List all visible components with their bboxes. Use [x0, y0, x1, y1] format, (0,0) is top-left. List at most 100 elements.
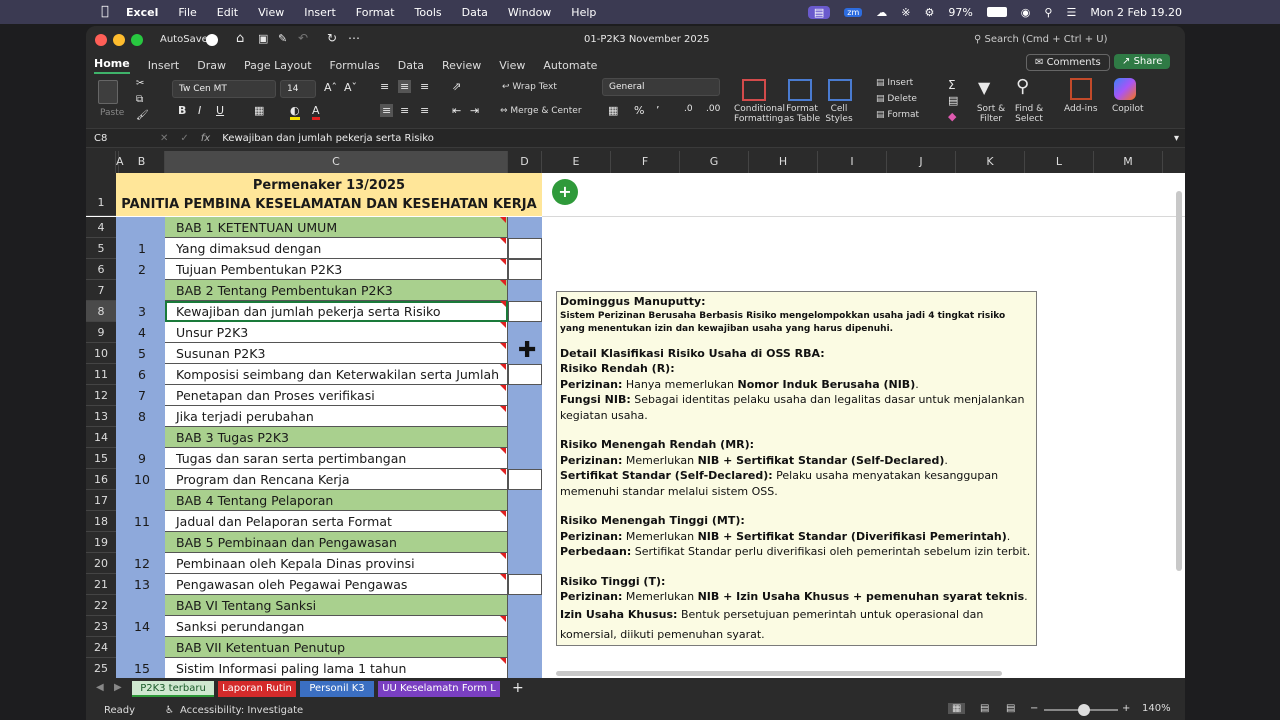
cell-d[interactable]	[508, 301, 542, 322]
gear-icon[interactable]: ⚙	[924, 6, 934, 19]
grow-font-icon[interactable]: Aˆ	[324, 81, 337, 94]
addins-icon[interactable]	[1070, 78, 1092, 100]
cell-b-number[interactable]: 8	[119, 406, 165, 427]
share-button[interactable]: ↗ Share	[1114, 54, 1171, 69]
bold-button[interactable]: B	[178, 104, 186, 117]
comment-indicator-icon[interactable]	[500, 574, 506, 580]
cell-c-item[interactable]: Unsur P2K3	[165, 322, 508, 343]
cell-b-number[interactable]: 9	[119, 448, 165, 469]
cell-d[interactable]	[508, 427, 542, 448]
insert-cells-button[interactable]: ▤ Insert	[876, 78, 913, 88]
tab-data[interactable]: Data	[398, 59, 424, 72]
refresh-icon[interactable]: ↻	[327, 31, 337, 45]
row-header-20[interactable]: 20	[86, 553, 116, 574]
page-break-view-icon[interactable]: ▤	[1006, 703, 1015, 714]
cell-d[interactable]	[508, 364, 542, 385]
cell-d[interactable]	[508, 385, 542, 406]
borders-icon[interactable]: ▦	[254, 104, 264, 117]
accessibility-icon[interactable]: ♿	[165, 705, 174, 716]
cell-d[interactable]	[508, 532, 542, 553]
battery-icon[interactable]	[986, 7, 1007, 17]
tab-formulas[interactable]: Formulas	[330, 59, 380, 72]
fill-icon[interactable]: ▤	[948, 94, 958, 107]
accessibility-status[interactable]: Accessibility: Investigate	[180, 705, 303, 716]
comment-note[interactable]: Dominggus Manuputty: Sistem Perizinan Be…	[556, 291, 1037, 646]
menu-window[interactable]: Window	[508, 6, 551, 19]
fx-label[interactable]: fx	[201, 133, 210, 144]
row-header-10[interactable]: 10	[86, 343, 116, 364]
control-center-icon[interactable]: ☰	[1066, 6, 1076, 19]
cell-c-item[interactable]: Pengawasan oleh Pegawai Pengawas	[165, 574, 508, 595]
row-header-16[interactable]: 16	[86, 469, 116, 490]
column-header-d[interactable]: D	[508, 151, 542, 173]
cell-d[interactable]	[508, 595, 542, 616]
column-header-l[interactable]: L	[1025, 151, 1094, 173]
italic-button[interactable]: I	[198, 104, 201, 117]
column-header-k[interactable]: K	[956, 151, 1025, 173]
conditional-formatting-icon[interactable]	[742, 79, 766, 101]
row-header-4[interactable]: 4	[86, 217, 116, 238]
app-name[interactable]: Excel	[126, 6, 158, 19]
cell-c-chapter[interactable]: BAB 2 Tentang Pembentukan P2K3	[165, 280, 508, 301]
menu-view[interactable]: View	[258, 6, 284, 19]
align-top-icon[interactable]: ≡	[380, 80, 389, 93]
addins-label[interactable]: Add-ins	[1064, 104, 1098, 114]
zoom-slider[interactable]	[1044, 704, 1118, 716]
cell-b-number[interactable]	[119, 427, 165, 448]
column-header-c[interactable]: C	[165, 151, 508, 173]
comments-button[interactable]: ✉ Comments	[1026, 54, 1110, 71]
column-header-h[interactable]: H	[749, 151, 818, 173]
comment-indicator-icon[interactable]	[500, 448, 506, 454]
zoom-icon[interactable]: zm	[844, 7, 863, 17]
row-header-12[interactable]: 12	[86, 385, 116, 406]
more-icon[interactable]: ⋯	[348, 31, 360, 45]
cut-icon[interactable]: ✂	[136, 78, 144, 89]
cell-b-number[interactable]: 12	[119, 553, 165, 574]
cell-c-item[interactable]: Sistim Informasi paling lama 1 tahun	[165, 658, 508, 678]
edit-icon[interactable]: ✎	[278, 32, 287, 45]
home-icon[interactable]: ⌂	[236, 31, 244, 46]
sheet-tab-laporan-rutin[interactable]: Laporan Rutin	[218, 681, 296, 697]
align-right-icon[interactable]: ≡	[420, 104, 429, 117]
cell-d[interactable]	[508, 238, 542, 259]
cell-c-item[interactable]: Program dan Rencana Kerja	[165, 469, 508, 490]
cell-b-number[interactable]: 7	[119, 385, 165, 406]
cell-c-item[interactable]: Tujuan Pembentukan P2K3	[165, 259, 508, 280]
comment-indicator-icon[interactable]	[500, 217, 506, 223]
merge-center-button[interactable]: ⇔ Merge & Center	[500, 106, 582, 116]
cell-b-number[interactable]: 14	[119, 616, 165, 637]
cell-styles-label[interactable]: Cell Styles	[824, 104, 854, 124]
font-color-icon[interactable]: A	[312, 104, 320, 120]
cell-c-chapter[interactable]: BAB 1 KETENTUAN UMUM	[165, 217, 508, 238]
expand-formula-icon[interactable]: ▾	[1174, 133, 1179, 144]
cancel-icon[interactable]: ✕	[160, 133, 168, 144]
row-header-25[interactable]: 25	[86, 658, 116, 678]
tab-page-layout[interactable]: Page Layout	[244, 59, 312, 72]
format-as-table-icon[interactable]	[788, 79, 812, 101]
currency-icon[interactable]: ▦	[608, 104, 618, 117]
format-cells-button[interactable]: ▤ Format	[876, 110, 919, 120]
wrap-text-button[interactable]: ↩ Wrap Text	[502, 82, 557, 92]
cell-b-number[interactable]: 10	[119, 469, 165, 490]
column-header-j[interactable]: J	[887, 151, 956, 173]
datetime[interactable]: Mon 2 Feb 19.20	[1090, 6, 1182, 19]
indent-icon[interactable]: ⇥	[470, 104, 479, 117]
cell-b-number[interactable]: 13	[119, 574, 165, 595]
cell-c-item[interactable]: Jadual dan Pelaporan serta Format	[165, 511, 508, 532]
cell-c-item[interactable]: Tugas dan saran serta pertimbangan	[165, 448, 508, 469]
comment-indicator-icon[interactable]	[500, 658, 506, 664]
comment-indicator-icon[interactable]	[500, 469, 506, 475]
cell-b-number[interactable]: 1	[119, 238, 165, 259]
sheet-tab-personil-k3[interactable]: Personil K3	[300, 681, 374, 697]
zoom-in-icon[interactable]: +	[1122, 703, 1130, 714]
screen-record-icon[interactable]: ▤	[807, 5, 831, 19]
cell-c-item[interactable]: Yang dimaksud dengan	[165, 238, 508, 259]
undo-icon[interactable]: ↶	[298, 31, 308, 45]
underline-button[interactable]: U	[216, 104, 224, 117]
cell-b-number[interactable]: 2	[119, 259, 165, 280]
menu-file[interactable]: File	[178, 6, 196, 19]
cell-c-item[interactable]: Pembinaan oleh Kepala Dinas provinsi	[165, 553, 508, 574]
cell-d[interactable]	[508, 469, 542, 490]
formula-content[interactable]: Kewajiban dan jumlah pekerja serta Risik…	[222, 133, 434, 144]
comment-indicator-icon[interactable]	[500, 259, 506, 265]
